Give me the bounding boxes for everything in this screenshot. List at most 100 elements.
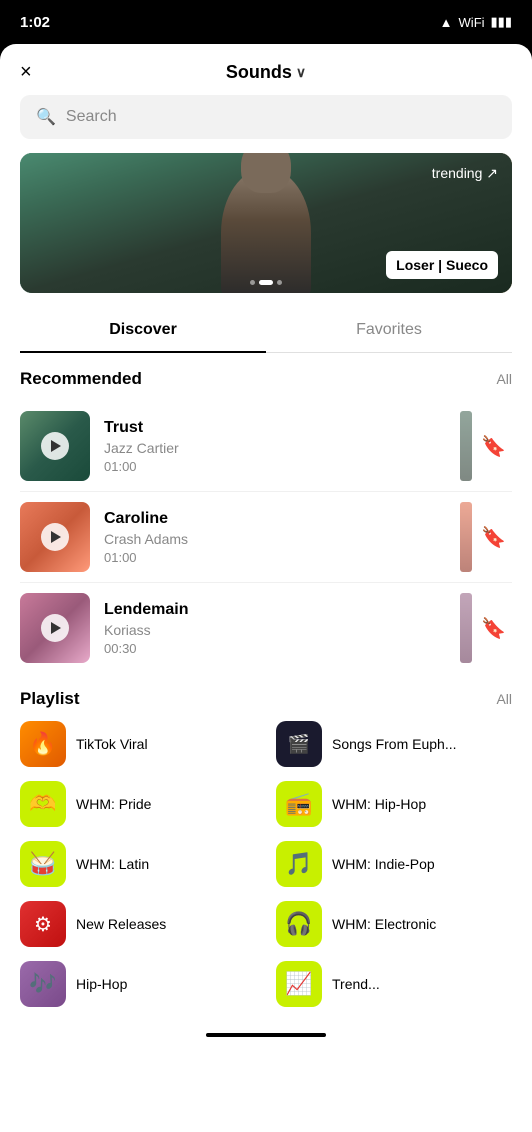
headphone-icon: 🎧 — [285, 911, 312, 937]
track-duration: 01:00 — [104, 550, 461, 565]
playlist-name: Trend... — [332, 976, 512, 992]
header-title: Sounds ∨ — [226, 62, 306, 83]
playlist-grid: 🔥 TikTok Viral 🎬 Songs From Euph... 🫶 — [20, 721, 512, 947]
track-info: Trust Jazz Cartier 01:00 — [104, 419, 461, 474]
dot-3 — [277, 280, 282, 285]
track-info: Lendemain Koriass 00:30 — [104, 601, 461, 656]
playlist-icon-electronic: 🎧 — [276, 901, 322, 947]
close-button[interactable]: × — [20, 61, 32, 84]
playlist-name: WHM: Pride — [76, 796, 256, 812]
playlist-icon-indiepop: 🎵 — [276, 841, 322, 887]
playlist-name: New Releases — [76, 916, 256, 932]
list-item[interactable]: 🎶 Hip-Hop — [20, 961, 256, 1007]
recommended-title: Recommended — [20, 369, 142, 389]
banner[interactable]: trending ↗ Loser | Sueco — [20, 153, 512, 293]
status-bar: 1:02 ▲ WiFi ▮▮▮ — [0, 0, 532, 44]
playlist-name: Songs From Euph... — [332, 736, 512, 752]
sounds-title: Sounds — [226, 62, 292, 83]
list-item[interactable]: 🥁 WHM: Latin — [20, 841, 256, 887]
track-name: Caroline — [104, 510, 461, 528]
play-icon — [51, 622, 61, 634]
playlist-header: Playlist All — [20, 689, 512, 709]
person-shape — [221, 168, 311, 293]
track-artist: Koriass — [104, 622, 461, 638]
status-time: 1:02 — [20, 14, 50, 31]
chevron-down-icon[interactable]: ∨ — [296, 64, 306, 81]
track-side-thumb — [460, 593, 472, 663]
search-input[interactable]: Search — [66, 108, 117, 126]
playlist-name: WHM: Hip-Hop — [332, 796, 512, 812]
playlist-icon-tiktok: 🔥 — [20, 721, 66, 767]
recommended-section: Recommended All Trust Jazz Cartier 01:0 — [0, 353, 532, 673]
heart-icon: 🫶 — [29, 791, 56, 817]
play-icon — [51, 440, 61, 452]
recommended-all[interactable]: All — [496, 371, 512, 387]
battery-icon: ▮▮▮ — [491, 14, 512, 30]
list-item[interactable]: 📻 WHM: Hip-Hop — [276, 781, 512, 827]
search-icon: 🔍 — [36, 107, 56, 127]
playlist-all[interactable]: All — [496, 691, 512, 707]
bookmark-icon: 🔖 — [481, 527, 506, 549]
play-overlay[interactable] — [20, 411, 90, 481]
track-duration: 01:00 — [104, 459, 461, 474]
track-thumb-lendemain[interactable] — [20, 593, 90, 663]
radio-icon: 📻 — [285, 791, 312, 817]
bookmark-icon: 🔖 — [481, 436, 506, 458]
dot-2 — [259, 280, 273, 285]
track-thumb-trust[interactable] — [20, 411, 90, 481]
drum-icon: 🥁 — [29, 851, 56, 877]
track-side-thumb — [460, 502, 472, 572]
playlist-title: Playlist — [20, 689, 80, 709]
list-item[interactable]: 🫶 WHM: Pride — [20, 781, 256, 827]
play-overlay[interactable] — [20, 502, 90, 572]
playlist-section: Playlist All 🔥 TikTok Viral 🎬 Songs From — [0, 673, 532, 1017]
play-icon — [51, 531, 61, 543]
list-item[interactable]: 📈 Trend... — [276, 961, 512, 1007]
banner-trending: trending ↗ — [432, 165, 498, 182]
dot-1 — [250, 280, 255, 285]
playlist-row-partial: 🎶 Hip-Hop 📈 Trend... — [20, 961, 512, 1017]
track-info: Caroline Crash Adams 01:00 — [104, 510, 461, 565]
play-circle — [41, 523, 69, 551]
playlist-icon-partial2: 📈 — [276, 961, 322, 1007]
bookmark-button[interactable]: 🔖 — [475, 610, 512, 647]
playlist-name: Hip-Hop — [76, 976, 256, 992]
bookmark-button[interactable]: 🔖 — [475, 519, 512, 556]
music2-icon: 🎶 — [29, 971, 56, 997]
phone-container: 1:02 ▲ WiFi ▮▮▮ × Sounds ∨ 🔍 Search — [0, 0, 532, 1132]
tab-favorites[interactable]: Favorites — [266, 309, 512, 352]
banner-song-label: Loser | Sueco — [386, 251, 498, 279]
bookmark-button[interactable]: 🔖 — [475, 428, 512, 465]
list-item[interactable]: ⚙ New Releases — [20, 901, 256, 947]
signal-icon: ▲ — [440, 15, 453, 30]
track-artist: Crash Adams — [104, 531, 461, 547]
header: × Sounds ∨ — [0, 44, 532, 95]
playlist-name: WHM: Indie-Pop — [332, 856, 512, 872]
track-duration: 00:30 — [104, 641, 461, 656]
head-shape — [241, 153, 291, 193]
track-artist: Jazz Cartier — [104, 440, 461, 456]
search-bar[interactable]: 🔍 Search — [20, 95, 512, 139]
list-item[interactable]: 🎧 WHM: Electronic — [276, 901, 512, 947]
tab-discover[interactable]: Discover — [20, 309, 266, 353]
starburst-icon: ⚙ — [34, 912, 52, 937]
bookmark-icon: 🔖 — [481, 618, 506, 640]
track-item: Lendemain Koriass 00:30 🔖 — [20, 583, 512, 673]
bottom-indicator — [206, 1033, 326, 1037]
banner-dots — [250, 280, 282, 285]
playlist-name: WHM: Electronic — [332, 916, 512, 932]
wifi-icon: WiFi — [459, 15, 485, 30]
fire-icon: 🔥 — [29, 731, 56, 757]
status-icons: ▲ WiFi ▮▮▮ — [440, 14, 512, 30]
playlist-name: WHM: Latin — [76, 856, 256, 872]
play-circle — [41, 614, 69, 642]
track-thumb-caroline[interactable] — [20, 502, 90, 572]
main-content: × Sounds ∨ 🔍 Search trending ↗ — [0, 44, 532, 1132]
list-item[interactable]: 🎬 Songs From Euph... — [276, 721, 512, 767]
list-item[interactable]: 🔥 TikTok Viral — [20, 721, 256, 767]
play-overlay[interactable] — [20, 593, 90, 663]
list-item[interactable]: 🎵 WHM: Indie-Pop — [276, 841, 512, 887]
track-item: Trust Jazz Cartier 01:00 🔖 — [20, 401, 512, 492]
track-name: Trust — [104, 419, 461, 437]
recommended-header: Recommended All — [20, 369, 512, 389]
